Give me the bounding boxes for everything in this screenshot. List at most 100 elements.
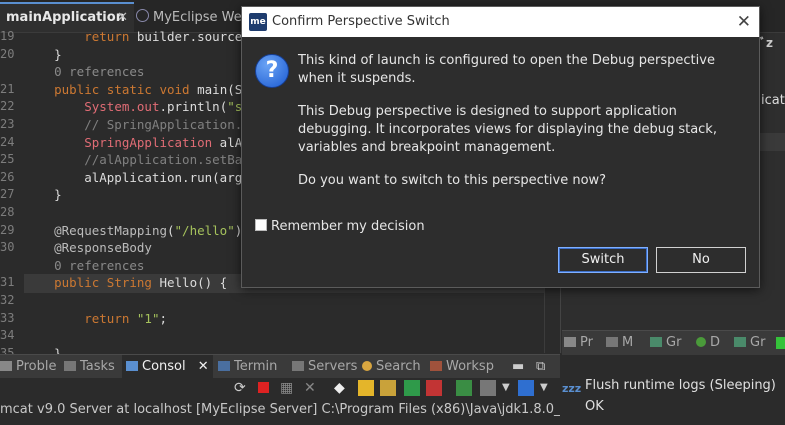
code-line: alApplication.run(args) [24, 169, 258, 185]
tab-search[interactable]: Search [362, 355, 421, 379]
tab-label: D [710, 335, 721, 350]
dialog-message-2: This Debug perspective is designed to su… [298, 104, 717, 155]
console-output: mcat v9.0 Server at localhost [MyEclipse… [0, 402, 560, 417]
code-line: return builder.sources( [84, 29, 258, 44]
console-toolbar: ⟳ ▦ ✕ ◆ ▼ ▼ [0, 378, 560, 398]
gradle-icon [734, 337, 746, 347]
code-line: } [24, 187, 62, 203]
code-line: System.out.println("sta [84, 99, 257, 115]
line-number: 34 [0, 328, 15, 343]
code-line: // SpringApplication.ru [24, 117, 258, 132]
maximize-icon[interactable]: ⧉ [536, 355, 545, 379]
tab-main-application[interactable]: mainApplication ✕ [0, 2, 134, 32]
line-number: 23 [0, 117, 15, 131]
tab-myeclipse-web[interactable]: MyEclipse Web [130, 4, 256, 32]
tab-debug[interactable]: D [696, 331, 720, 355]
show-stdout-icon[interactable] [404, 380, 420, 396]
tab-label: Proble [16, 359, 57, 374]
code-line: 0 references [24, 257, 145, 273]
terminal-icon [218, 361, 230, 371]
close-icon[interactable]: ✕ [737, 7, 751, 37]
switch-button[interactable]: Switch [558, 247, 648, 273]
line-number: 30 [0, 240, 15, 255]
bottom-view-tabs: Proble Tasks Consol ✕ Termin Servers Sea… [0, 354, 560, 379]
tab-properties[interactable]: Pr [564, 331, 593, 355]
line-number: 20 [0, 46, 15, 61]
checkbox-box[interactable] [255, 219, 267, 231]
clear-console-icon[interactable]: ◆ [334, 380, 350, 396]
code-line: //alApplication.setBann [24, 152, 258, 168]
tab-label: Consol [142, 359, 186, 374]
tab-terminal[interactable]: Termin [218, 355, 277, 379]
line-number: 29 [0, 222, 15, 237]
line-number: 33 [0, 310, 15, 325]
problems-icon [0, 361, 12, 371]
line-number: 25 [0, 152, 15, 167]
remove-all-icon[interactable]: ✕ [304, 380, 320, 396]
tab-servers[interactable]: Servers [292, 355, 357, 379]
tab-problems[interactable]: Proble [0, 355, 57, 379]
tab-gradle-2[interactable]: Gr [734, 331, 765, 355]
gradle-icon [650, 337, 662, 347]
run-icon[interactable] [776, 337, 785, 349]
no-button[interactable]: No [656, 247, 746, 273]
code-line: 0 references [24, 64, 145, 80]
dialog-titlebar[interactable]: me Confirm Perspective Switch ✕ [242, 7, 759, 37]
tab-label: mainApplication [6, 10, 125, 25]
tab-label: MyEclipse Web [153, 10, 250, 25]
chevron-down-icon[interactable]: ▼ [540, 380, 556, 396]
line-number: 26 [0, 169, 15, 184]
tab-workspace[interactable]: Worksp [430, 355, 494, 379]
remove-launch-icon[interactable]: ▦ [280, 380, 296, 396]
workspace-icon [430, 361, 442, 371]
open-console-icon[interactable] [518, 380, 534, 396]
servers-icon [292, 361, 304, 371]
tab-label: Termin [234, 359, 278, 374]
tab-label: Pr [580, 335, 593, 350]
code-line: } [24, 46, 62, 62]
confirm-perspective-dialog: me Confirm Perspective Switch ✕ ? This k… [241, 6, 760, 288]
sleep-icon: zzz [562, 382, 582, 395]
job-name: Flush runtime logs (Sleeping) [585, 378, 776, 393]
pin-console-icon[interactable] [456, 380, 472, 396]
chevron-down-icon[interactable]: ▼ [502, 380, 518, 396]
word-wrap-icon[interactable] [380, 380, 396, 396]
toolbar-icon[interactable]: ﾞz [760, 34, 773, 51]
line-number: 19 [0, 29, 15, 43]
tab-markers[interactable]: M [606, 331, 633, 355]
line-number: 32 [0, 293, 15, 307]
refresh-icon[interactable]: ⟳ [234, 380, 250, 396]
console-icon [126, 361, 138, 371]
code-line: return "1"; [84, 310, 168, 326]
scroll-lock-icon[interactable] [358, 380, 374, 396]
code-line: public static void main(Str [54, 81, 258, 97]
globe-icon [136, 9, 149, 22]
line-number: 24 [0, 134, 15, 149]
tab-label: Gr [750, 335, 766, 350]
right-view-tabs: Pr M Gr D Gr [562, 330, 785, 355]
tasks-icon [64, 361, 76, 371]
close-icon[interactable]: ✕ [198, 359, 209, 374]
tab-gradle-1[interactable]: Gr [650, 331, 681, 355]
tab-label: M [622, 335, 634, 350]
line-number: 21 [0, 81, 15, 96]
close-icon[interactable]: ✕ [117, 4, 128, 32]
line-number: 31 [0, 275, 15, 290]
tab-label: Search [376, 359, 421, 374]
line-number: 28 [0, 205, 15, 219]
tab-label: Gr [666, 335, 682, 350]
tab-label: Servers [308, 359, 358, 374]
minimize-icon[interactable]: ▬ [512, 355, 524, 379]
show-stderr-icon[interactable] [426, 380, 442, 396]
code-line: @RequestMapping("/hello") [54, 222, 243, 238]
tab-console[interactable]: Consol ✕ [122, 355, 213, 379]
remember-decision-checkbox[interactable]: Remember my decision [255, 219, 425, 234]
terminate-icon[interactable] [258, 382, 269, 393]
code-line: @ResponseBody [54, 240, 152, 256]
properties-icon [564, 337, 576, 347]
tab-tasks[interactable]: Tasks [64, 355, 115, 379]
tab-label: Tasks [80, 359, 115, 374]
display-console-icon[interactable] [480, 380, 496, 396]
bug-icon [696, 337, 706, 347]
remember-label: Remember my decision [271, 219, 425, 234]
